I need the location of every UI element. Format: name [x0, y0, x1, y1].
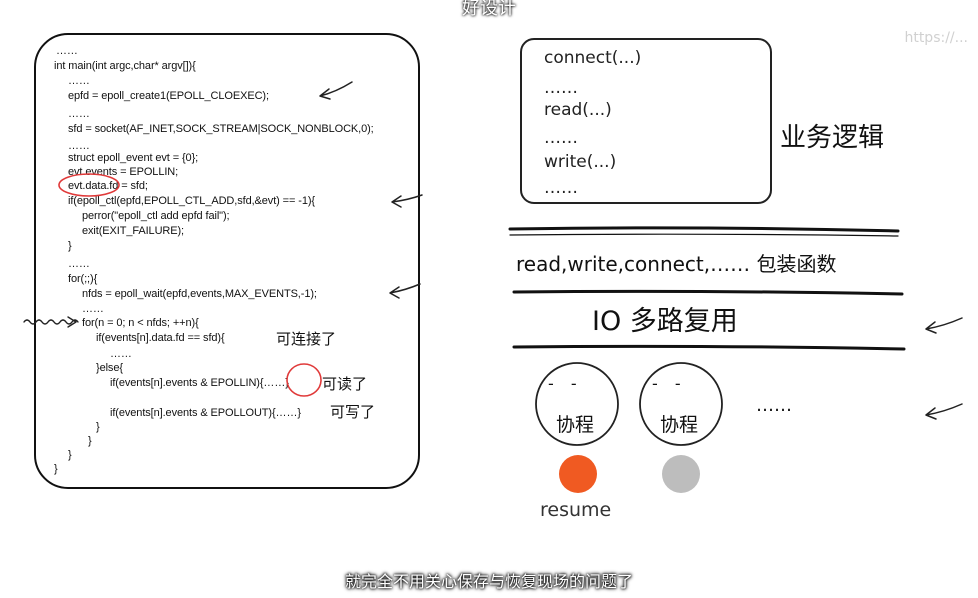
- highlight-circle: [58, 173, 120, 197]
- coroutine-circle: [639, 362, 723, 446]
- layer-divider: [512, 289, 904, 296]
- highlight-circle: [286, 363, 322, 397]
- layer-divider: [512, 344, 906, 351]
- status-dot-active: [559, 455, 597, 493]
- arrow-icon: [319, 81, 353, 100]
- diagram-strokes: [23, 81, 963, 493]
- coroutine-circle: [535, 362, 619, 446]
- layer-divider: [508, 226, 900, 237]
- arrow-icon: [925, 317, 963, 334]
- arrow-icon: [389, 283, 421, 299]
- status-dot-idle: [662, 455, 700, 493]
- subtitle: 就完全不用关心保存与恢复现场的问题了: [344, 572, 633, 591]
- arrow-icon: [925, 403, 963, 420]
- arrow-icon: [391, 194, 423, 208]
- squiggle-arrow-icon: [23, 316, 79, 328]
